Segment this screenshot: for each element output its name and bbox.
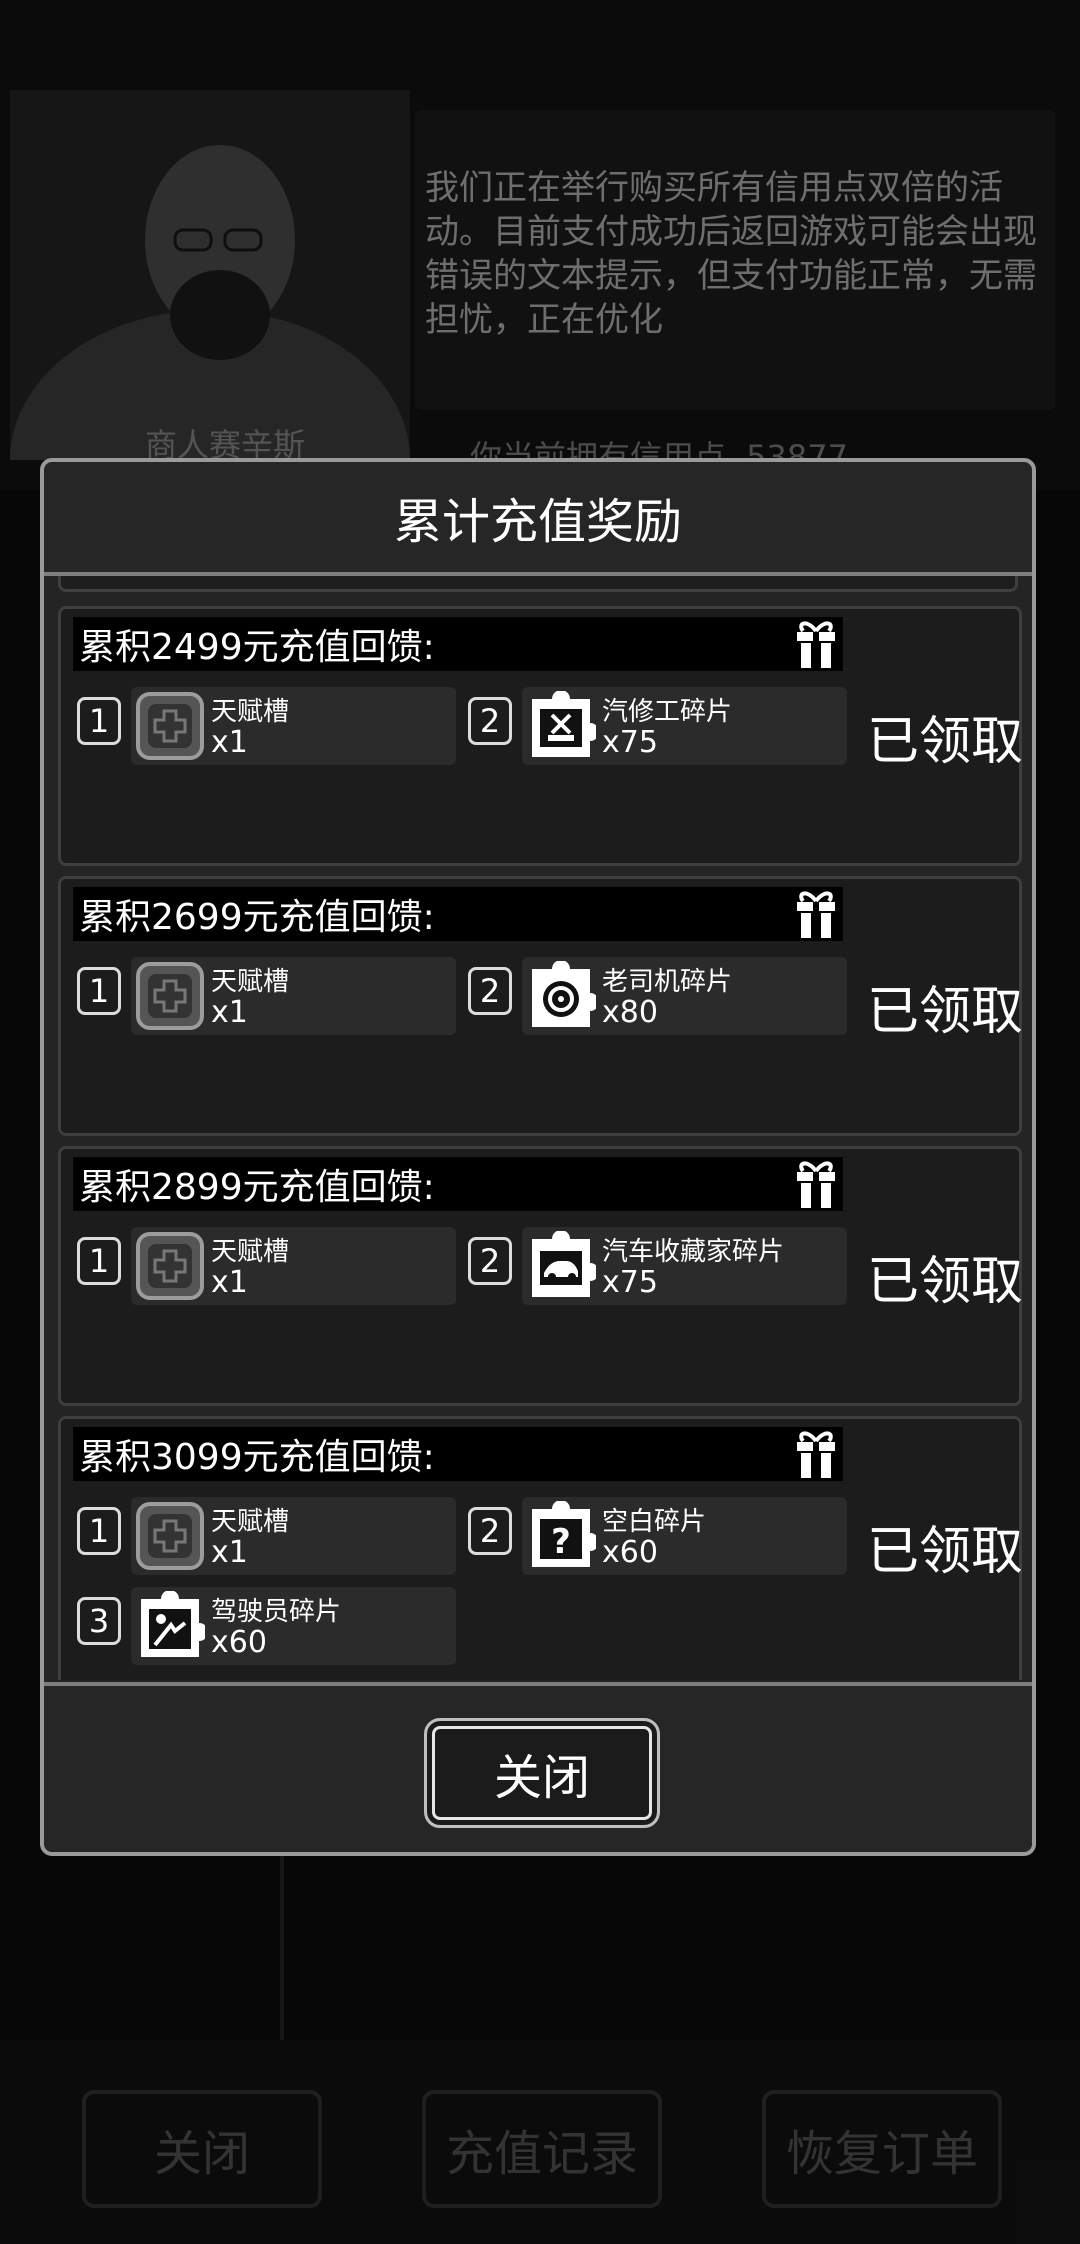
item-name: 天赋槽 (211, 967, 290, 997)
mechanic-fragment-icon (532, 691, 596, 757)
item-index: 1 (77, 1507, 121, 1555)
driver-fragment-icon (141, 1591, 205, 1657)
item-quantity: x1 (211, 725, 248, 760)
talent-slot-icon (136, 1502, 204, 1570)
item-name: 天赋槽 (211, 697, 290, 727)
item-name: 空白碎片 (602, 1507, 707, 1537)
dialog-footer: 关闭 (44, 1682, 1032, 1852)
reward-tier-title: 累积3099元充值回馈: (73, 1427, 843, 1481)
item-index: 1 (77, 967, 121, 1015)
reward-tier-card: 累积3099元充值回馈: 1 天赋槽 x1 2 ? 空白碎片 x60 3 驾驶员… (58, 1416, 1022, 1680)
gift-icon (797, 1161, 835, 1208)
talent-slot-icon (136, 692, 204, 760)
item-quantity: x60 (602, 1535, 658, 1570)
talent-slot-icon (136, 1232, 204, 1300)
claimed-status: 已领取 (867, 1252, 1022, 1312)
claimed-status: 已领取 (867, 982, 1022, 1042)
reward-tier-title-text: 累积2899元充值回馈: (79, 1167, 435, 1208)
reward-tier-card: 累积2699元充值回馈: 1 天赋槽 x1 2 老司机碎片 x80 已领取 (58, 876, 1022, 1136)
item-index: 1 (77, 1237, 121, 1285)
gift-icon (797, 891, 835, 938)
reward-item: 1 天赋槽 x1 (77, 1497, 456, 1575)
item-quantity: x80 (602, 995, 658, 1030)
list-item-partial (58, 576, 1018, 592)
reward-tier-title: 累积2899元充值回馈: (73, 1157, 843, 1211)
gift-icon (797, 621, 835, 668)
reward-tier-title: 累积2499元充值回馈: (73, 617, 843, 671)
reward-tier-card: 累积2899元充值回馈: 1 天赋槽 x1 2 汽车收藏家碎片 x75 已领取 (58, 1146, 1022, 1406)
reward-tier-card: 累积2499元充值回馈: 1 天赋槽 x1 2 汽修工碎片 x75 已领取 (58, 606, 1022, 866)
item-quantity: x75 (602, 725, 658, 760)
item-name: 天赋槽 (211, 1237, 290, 1267)
claimed-status: 已领取 (867, 712, 1022, 772)
reward-tier-title-text: 累积3099元充值回馈: (79, 1437, 435, 1478)
item-quantity: x60 (211, 1625, 267, 1660)
item-index: 2 (468, 967, 512, 1015)
reward-tier-title-text: 累积2699元充值回馈: (79, 897, 435, 938)
reward-item: 3 驾驶员碎片 x60 (77, 1587, 456, 1665)
item-index: 2 (468, 697, 512, 745)
reward-item: 2 汽修工碎片 x75 (468, 687, 847, 765)
rewards-list[interactable]: 累积2499元充值回馈: 1 天赋槽 x1 2 汽修工碎片 x75 已领取 累积… (54, 576, 1022, 1680)
item-index: 3 (77, 1597, 121, 1645)
dialog-title: 累计充值奖励 (44, 462, 1032, 576)
item-name: 老司机碎片 (602, 967, 733, 997)
item-name: 汽车收藏家碎片 (602, 1237, 785, 1267)
reward-tier-title-text: 累积2499元充值回馈: (79, 627, 435, 668)
gift-icon (797, 1431, 835, 1478)
item-quantity: x75 (602, 1265, 658, 1300)
claimed-status: 已领取 (867, 1522, 1022, 1582)
item-index: 2 (468, 1237, 512, 1285)
item-quantity: x1 (211, 1535, 248, 1570)
reward-tier-title: 累积2699元充值回馈: (73, 887, 843, 941)
item-index: 1 (77, 697, 121, 745)
item-name: 天赋槽 (211, 1507, 290, 1537)
veteran-driver-fragment-icon (532, 961, 596, 1027)
item-name: 汽修工碎片 (602, 697, 733, 727)
reward-item: 1 天赋槽 x1 (77, 1227, 456, 1305)
car-collector-fragment-icon (532, 1231, 596, 1297)
reward-item: 2 老司机碎片 x80 (468, 957, 847, 1035)
svg-text:?: ? (551, 1522, 571, 1562)
talent-slot-icon (136, 962, 204, 1030)
item-name: 驾驶员碎片 (211, 1597, 342, 1627)
item-quantity: x1 (211, 995, 248, 1030)
reward-item: 2 ? 空白碎片 x60 (468, 1497, 847, 1575)
close-button[interactable]: 关闭 (424, 1718, 660, 1828)
cumulative-recharge-dialog: 累计充值奖励 累积2499元充值回馈: 1 天赋槽 x1 2 汽修工碎片 x75… (40, 458, 1036, 1856)
reward-item: 1 天赋槽 x1 (77, 687, 456, 765)
blank-fragment-icon: ? (532, 1501, 596, 1567)
reward-item: 1 天赋槽 x1 (77, 957, 456, 1035)
reward-item: 2 汽车收藏家碎片 x75 (468, 1227, 847, 1305)
item-quantity: x1 (211, 1265, 248, 1300)
item-index: 2 (468, 1507, 512, 1555)
